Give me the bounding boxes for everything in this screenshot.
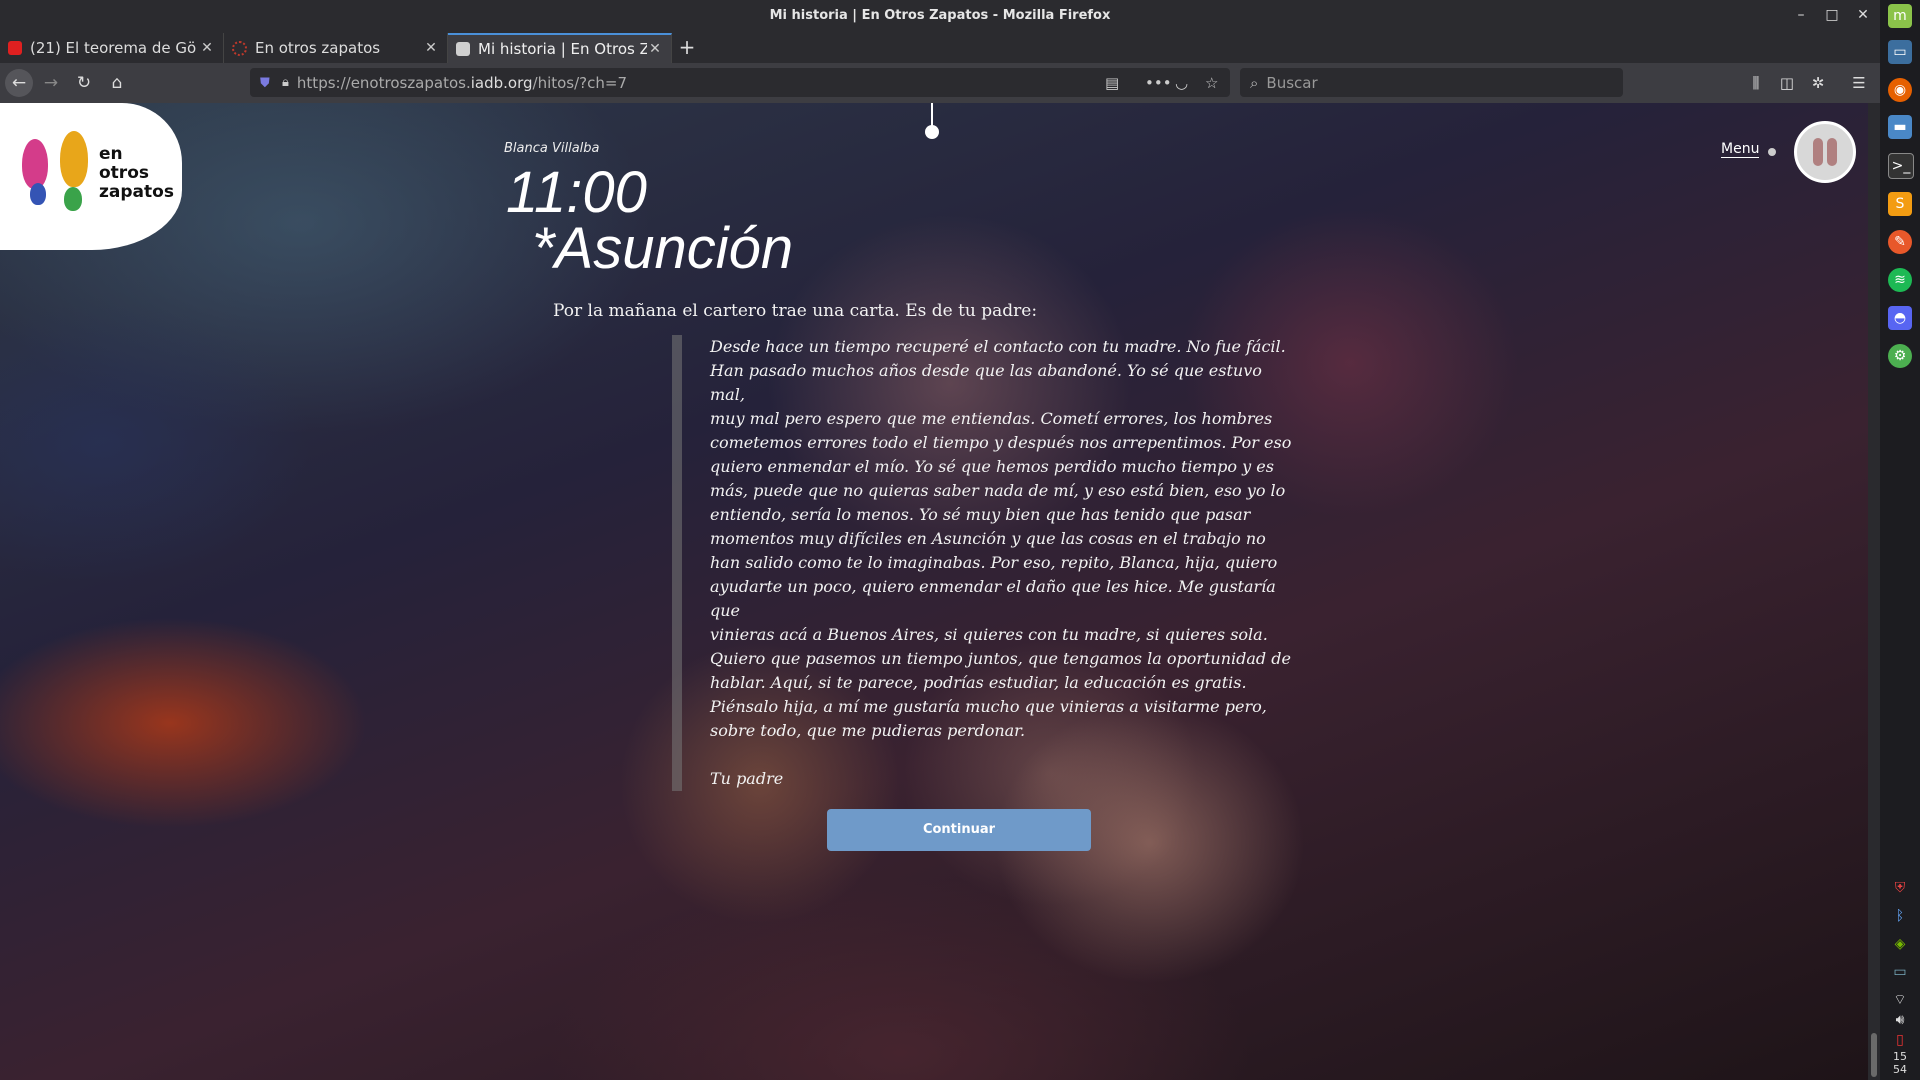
paint-icon[interactable]: ✎ — [1888, 230, 1912, 254]
home-icon[interactable]: ⌂ — [102, 68, 132, 98]
clock-minute: 54 — [1893, 1063, 1907, 1076]
letter-line: Piénsalo hija, a mí me gustaría mucho qu… — [710, 697, 1267, 716]
letter-line: Han pasado muchos años desde que las aba… — [710, 361, 1262, 404]
user-avatar[interactable] — [1794, 121, 1856, 183]
os-taskbar: m ▭ ◉ ▬ >_ S ✎ ≋ ◓ ⚙ ⛨ ᛒ ◈ ▭ ⌔ 🔊︎ ▯ 15 5… — [1880, 0, 1920, 1080]
pocket-icon[interactable]: ◡ — [1175, 74, 1188, 92]
letter-line: hablar. Aquí, si te parece, podrías estu… — [710, 673, 1247, 692]
nvidia-icon[interactable]: ◈ — [1888, 932, 1912, 956]
clock-hour: 15 — [1893, 1050, 1907, 1063]
bluetooth-icon[interactable]: ᛒ — [1888, 904, 1912, 928]
tab-close-icon[interactable]: ✕ — [647, 41, 663, 57]
mint-menu-icon[interactable]: m — [1888, 4, 1912, 28]
timeline-marker — [925, 125, 939, 139]
scrollbar-thumb[interactable] — [1871, 1033, 1877, 1077]
tab-mi-historia[interactable]: Mi historia | En Otros Z ✕ — [448, 33, 672, 63]
desktop-icon[interactable]: ▭ — [1888, 40, 1912, 64]
discord-icon[interactable]: ◓ — [1888, 306, 1912, 330]
spotify-icon[interactable]: ≋ — [1888, 268, 1912, 292]
letter-line: quiero enmendar el mío. Yo sé que hemos … — [710, 457, 1274, 476]
tab-close-icon[interactable]: ✕ — [199, 40, 215, 56]
letter-line: han salido como te lo imaginabas. Por es… — [710, 553, 1278, 572]
tab-close-icon[interactable]: ✕ — [423, 40, 439, 56]
logo-text-line: zapatos — [99, 182, 174, 202]
reload-icon[interactable]: ↻ — [69, 68, 99, 98]
footprint-icon — [22, 139, 48, 189]
youtube-favicon-icon — [8, 41, 22, 55]
search-bar[interactable]: ⌕ Buscar — [1240, 68, 1623, 97]
sidebar-icon[interactable]: ◫ — [1776, 72, 1798, 94]
battery-icon[interactable]: ▯ — [1888, 1028, 1912, 1052]
letter-line: vinieras acá a Buenos Aires, si quieres … — [710, 625, 1268, 644]
more-actions-icon[interactable]: ••• — [1145, 74, 1172, 92]
tracking-shield-icon[interactable]: ⛊ — [260, 76, 274, 91]
letter-line: más, puede que no quieras saber nada de … — [710, 481, 1286, 500]
reader-view-icon[interactable]: ▤ — [1105, 74, 1119, 92]
forward-icon[interactable]: → — [36, 68, 66, 98]
maximize-icon[interactable]: □ — [1823, 6, 1841, 24]
logo-text: en otros zapatos — [99, 145, 174, 202]
letter-line: muy mal pero espero que me entiendas. Co… — [710, 409, 1273, 428]
footprint-icon — [64, 187, 82, 211]
tab-youtube[interactable]: (21) El teorema de Gö ✕ — [0, 33, 224, 63]
tab-label: Mi historia | En Otros Z — [478, 40, 647, 58]
url-host: iadb.org — [470, 73, 533, 92]
sublime-icon[interactable]: S — [1888, 192, 1912, 216]
shoe-icon — [1813, 138, 1823, 166]
footprint-icon — [60, 131, 88, 187]
tab-label: (21) El teorema de Gö — [30, 39, 197, 57]
terminal-icon[interactable]: >_ — [1888, 153, 1914, 179]
letter-line: Desde hace un tiempo recuperé el contact… — [710, 337, 1286, 356]
search-placeholder: Buscar — [1266, 73, 1318, 92]
firefox-icon[interactable]: ◉ — [1888, 78, 1912, 102]
back-icon[interactable]: ← — [5, 69, 33, 97]
tab-label: En otros zapatos — [255, 39, 381, 57]
navigation-bar: ← → ↻ ⌂ ⛊ 🔒︎ https://enotroszapatos. iadb… — [0, 63, 1880, 103]
close-window-icon[interactable]: ✕ — [1854, 6, 1872, 24]
menu-indicator-dot — [1768, 148, 1776, 156]
system-clock[interactable]: 15 54 — [1880, 1050, 1920, 1076]
footprint-icon — [30, 183, 46, 205]
bookmark-star-icon[interactable]: ☆ — [1205, 74, 1218, 92]
continue-button[interactable]: Continuar — [827, 809, 1091, 851]
letter-line: sobre todo, que me pudieras perdonar. — [710, 721, 1026, 740]
lock-icon[interactable]: 🔒︎ — [282, 75, 289, 90]
settings-icon[interactable]: ⚙ — [1888, 344, 1912, 368]
window-titlebar: Mi historia | En Otros Zapatos - Mozilla… — [0, 0, 1880, 31]
shoe-icon — [1827, 138, 1837, 166]
letter-signoff: Tu padre — [710, 769, 784, 788]
url-bar[interactable]: ⛊ 🔒︎ https://enotroszapatos. iadb.org/hit… — [250, 68, 1230, 97]
menu-link[interactable]: Menu — [1721, 141, 1760, 158]
tab-en-otros-zapatos[interactable]: En otros zapatos ✕ — [224, 33, 448, 63]
extension-icon[interactable]: ✲ — [1807, 72, 1829, 94]
letter-line: ayudarte un poco, quiero enmendar el dañ… — [710, 577, 1276, 620]
site-favicon-icon — [232, 40, 247, 56]
minimize-icon[interactable]: – — [1792, 6, 1810, 24]
page-scrollbar[interactable] — [1868, 103, 1880, 1080]
letter-line: momentos muy difíciles en Asunción y que… — [710, 529, 1266, 548]
letter-line: cometemos errores todo el tiempo y despu… — [710, 433, 1292, 452]
search-icon: ⌕ — [1250, 73, 1259, 92]
hamburger-menu-icon[interactable]: ☰ — [1848, 72, 1870, 94]
display-icon[interactable]: ▭ — [1888, 960, 1912, 984]
site-favicon-icon — [456, 42, 470, 56]
letter-quote: Desde hace un tiempo recuperé el contact… — [672, 335, 1300, 791]
shield-icon[interactable]: ⛨ — [1888, 876, 1912, 900]
url-prefix: https://enotroszapatos. — [296, 73, 471, 92]
library-icon[interactable]: ⫼ — [1745, 72, 1767, 94]
page-content: en otros zapatos Blanca Villalba 11:00 *… — [0, 103, 1868, 1080]
story-intro: Por la mañana el cartero trae una carta.… — [553, 301, 1038, 321]
story-place: *Asunción — [532, 216, 794, 281]
logo-text-line: en — [99, 144, 123, 164]
letter-line: Quiero que pasemos un tiempo juntos, que… — [710, 649, 1291, 668]
window-title: Mi historia | En Otros Zapatos - Mozilla… — [769, 8, 1111, 23]
new-tab-icon[interactable]: + — [672, 33, 702, 63]
letter-line: entiendo, sería lo menos. Yo sé muy bien… — [710, 505, 1251, 524]
site-logo[interactable]: en otros zapatos — [0, 103, 182, 250]
logo-text-line: otros — [99, 163, 149, 183]
author-name: Blanca Villalba — [504, 141, 600, 156]
url-path: /hitos/?ch=7 — [532, 73, 627, 92]
files-icon[interactable]: ▬ — [1888, 115, 1912, 139]
tab-strip: (21) El teorema de Gö ✕ En otros zapatos… — [0, 31, 1880, 63]
